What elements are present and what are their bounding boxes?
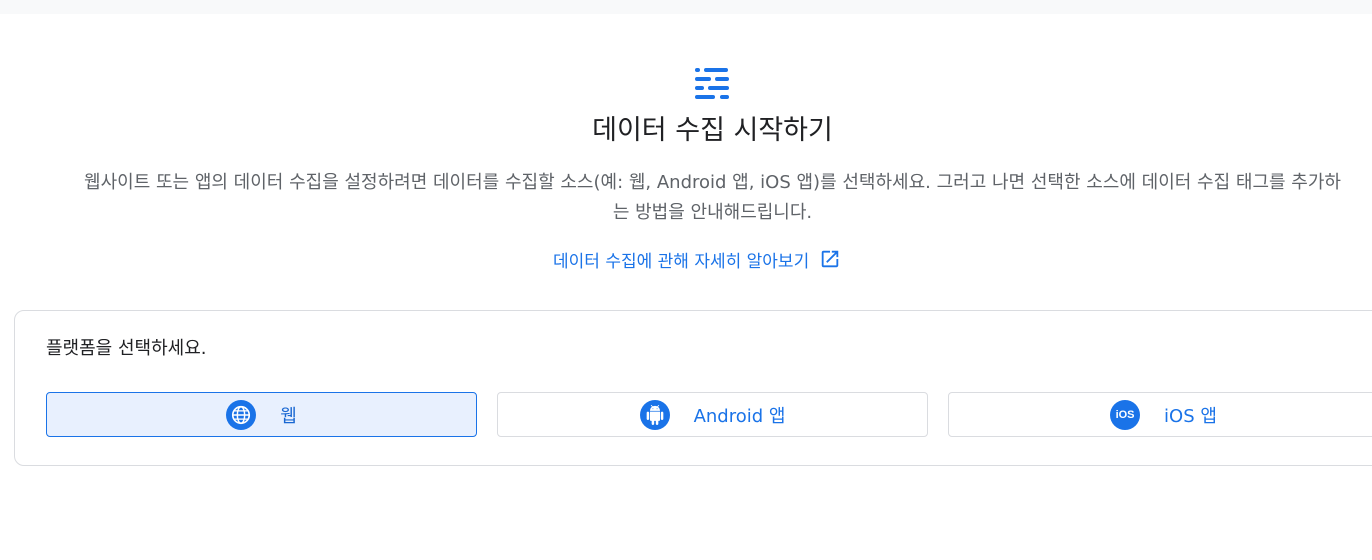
top-bar-strip (0, 0, 1372, 14)
globe-icon (226, 399, 257, 430)
platform-web-label: 웹 (280, 405, 297, 427)
data-stream-icon (695, 68, 729, 99)
platform-ios-button[interactable]: iOS iOS 앱 (948, 392, 1372, 437)
learn-more-label: 데이터 수집에 관해 자세히 알아보기 (553, 251, 810, 272)
page-description: 웹사이트 또는 앱의 데이터 수집을 설정하려면 데이터를 수집할 소스(예: … (84, 172, 1341, 223)
platform-select-label: 플랫폼을 선택하세요. (46, 338, 207, 359)
platform-select-card: 플랫폼을 선택하세요. 웹 Android 앱 iOS iOS 앱 (14, 310, 1372, 466)
platform-web-button[interactable]: 웹 (46, 392, 477, 437)
platform-android-label: Android 앱 (693, 405, 786, 427)
ios-icon: iOS (1110, 399, 1141, 430)
android-icon (639, 399, 670, 430)
learn-more-link[interactable]: 데이터 수집에 관해 자세히 알아보기 (553, 245, 841, 273)
platform-ios-label: iOS 앱 (1164, 405, 1217, 427)
platform-android-button[interactable]: Android 앱 (497, 392, 928, 437)
page-title: 데이터 수집 시작하기 (592, 115, 833, 146)
open-in-new-icon (821, 250, 839, 268)
